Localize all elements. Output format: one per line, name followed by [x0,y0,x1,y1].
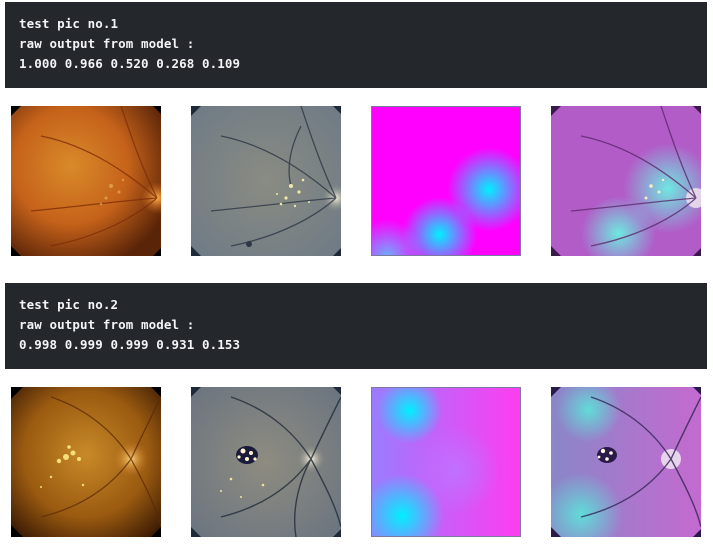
raw-output-values: 0.998 0.999 0.999 0.931 0.153 [19,337,241,352]
image-row-2 [0,387,713,539]
retina-image-icon [551,387,701,537]
preprocessed-fundus-image [191,106,341,256]
raw-output-label: raw output from model : [19,36,195,51]
heatmap-overlay-image [551,106,701,256]
retina-image-icon [551,106,701,256]
output-cell-2: test pic no.2 raw output from model : 0.… [5,283,707,369]
image-row-1 [0,106,713,258]
sample-title: test pic no.2 [19,297,119,312]
attention-heatmap-image [371,106,521,256]
heatmap-image-icon [372,388,520,536]
raw-output-values: 1.000 0.966 0.520 0.268 0.109 [19,56,241,71]
original-fundus-image [11,387,161,537]
retina-image-icon [191,387,341,537]
sample-title: test pic no.1 [19,16,119,31]
raw-output-label: raw output from model : [19,317,195,332]
preprocessed-fundus-image [191,387,341,537]
heatmap-overlay-image [551,387,701,537]
retina-image-icon [191,106,341,256]
retina-image-icon [11,387,161,537]
output-cell-1: test pic no.1 raw output from model : 1.… [5,2,707,88]
heatmap-image-icon [372,107,520,255]
attention-heatmap-image [371,387,521,537]
original-fundus-image [11,106,161,256]
retina-image-icon [11,106,161,256]
